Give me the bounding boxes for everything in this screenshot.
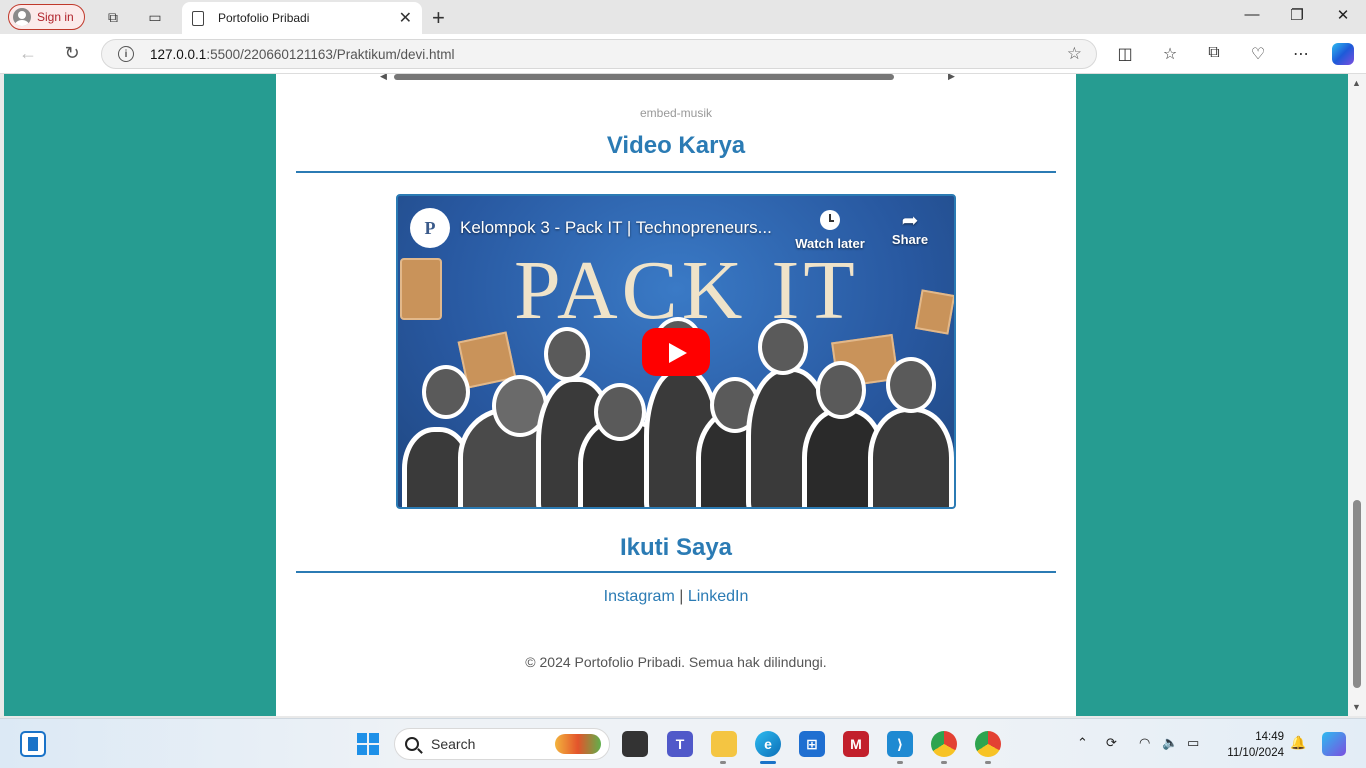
edge-browser-icon[interactable]: e	[755, 731, 781, 757]
mendeley-icon[interactable]: M	[843, 731, 869, 757]
channel-logo-icon[interactable]: P	[410, 208, 450, 248]
wifi-icon[interactable]: ◠	[1139, 735, 1150, 751]
scroll-left-arrow-icon[interactable]: ◀	[380, 74, 387, 82]
new-tab-button[interactable]: +	[432, 5, 445, 31]
tab-close-icon[interactable]: ✕	[399, 8, 412, 28]
back-arrow-icon[interactable]: ←	[17, 43, 39, 64]
running-indicator	[897, 761, 903, 764]
page-footer: © 2024 Portofolio Pribadi. Semua hak dil…	[525, 654, 827, 670]
audio-scroll-thumb[interactable]	[394, 74, 894, 80]
tab-title: Portofolio Pribadi	[218, 11, 310, 25]
web-viewport: ◀ ▶ embed-musik Video Karya PACK IT P Ke…	[4, 74, 1348, 716]
scrollbar-thumb[interactable]	[1353, 500, 1361, 688]
chrome-profile-icon[interactable]	[975, 731, 1001, 757]
running-indicator	[985, 761, 991, 764]
share-arrow-icon: ➦	[901, 210, 919, 232]
thumbnail-person-head	[422, 365, 470, 419]
url-host: 127.0.0.1	[150, 46, 207, 62]
show-hidden-icons-chevron-icon[interactable]: ⌃	[1077, 735, 1088, 751]
file-explorer-icon[interactable]	[711, 731, 737, 757]
split-screen-icon[interactable]: ◫	[1114, 44, 1136, 64]
workspaces-icon[interactable]: ⧉	[103, 7, 123, 27]
thumbnail-person-head	[594, 383, 646, 441]
close-window-button[interactable]: ✕	[1333, 6, 1353, 24]
follow-section-divider	[296, 571, 1056, 573]
taskbar: Search T e ⊞ M ⟩ ⌃ ⟳ ◠ 🔈 ▭ 14:49 11/10/2…	[0, 718, 1366, 768]
thumbnail-bag-graphic	[400, 258, 442, 320]
page-document-icon	[192, 10, 204, 26]
sync-icon[interactable]: ⟳	[1106, 735, 1117, 751]
windows-start-icon[interactable]	[355, 731, 381, 757]
scroll-right-arrow-icon[interactable]: ▶	[948, 74, 955, 82]
search-icon	[405, 737, 419, 751]
taskbar-search-placeholder: Search	[431, 736, 476, 752]
youtube-play-button[interactable]	[642, 328, 710, 376]
chrome-icon[interactable]	[931, 731, 957, 757]
more-menu-icon[interactable]: ⋯	[1290, 44, 1312, 64]
running-indicator	[720, 761, 726, 764]
share-button[interactable]: ➦ Share	[882, 210, 938, 247]
favorite-star-icon[interactable]: ☆	[1067, 44, 1082, 64]
address-bar[interactable]: i 127.0.0.1:5500/220660121163/Praktikum/…	[101, 39, 1097, 69]
tab-portofolio[interactable]: Portofolio Pribadi ✕	[182, 2, 422, 34]
watch-later-button[interactable]: Watch later	[790, 210, 870, 251]
refresh-icon[interactable]: ↻	[61, 43, 83, 64]
active-indicator	[760, 761, 776, 764]
clock-icon	[820, 210, 840, 230]
youtube-video-embed[interactable]: PACK IT P Kelompok 3 - Pack IT | Technop…	[396, 194, 956, 509]
thumbnail-person-head	[816, 361, 866, 419]
clock-time: 14:49	[1255, 731, 1284, 743]
collections-icon[interactable]: ⧉	[1203, 44, 1225, 62]
sign-in-button[interactable]: Sign in	[8, 4, 85, 30]
copilot-icon[interactable]	[1332, 43, 1354, 65]
system-clock[interactable]: 14:49 11/10/2024	[1216, 729, 1284, 761]
widgets-icon[interactable]	[20, 731, 46, 757]
instagram-link[interactable]: Instagram	[604, 588, 675, 605]
video-section-divider	[296, 171, 1056, 173]
thumbnail-person	[868, 407, 954, 507]
thumbnail-person-head	[758, 319, 808, 375]
audio-scrollbar[interactable]: ◀ ▶	[376, 74, 976, 84]
copilot-taskbar-icon[interactable]	[1322, 732, 1346, 756]
battery-icon[interactable]: ▭	[1187, 735, 1199, 751]
thumbnail-person-head	[886, 357, 936, 413]
browser-essentials-icon[interactable]: ♡	[1247, 44, 1269, 64]
navigation-bar: ← ↻ i 127.0.0.1:5500/220660121163/Prakti…	[0, 34, 1366, 74]
linkedin-link[interactable]: LinkedIn	[688, 588, 749, 605]
embed-music-label: embed-musik	[639, 106, 713, 120]
clock-date: 11/10/2024	[1227, 747, 1284, 759]
search-highlight-icon	[555, 734, 601, 754]
scroll-down-arrow-icon[interactable]: ▼	[1352, 702, 1361, 712]
url-path: :5500/220660121163/Praktikum/devi.html	[206, 46, 455, 62]
thumbnail-person-head	[544, 327, 590, 381]
scroll-up-arrow-icon[interactable]: ▲	[1352, 78, 1361, 88]
running-indicator	[941, 761, 947, 764]
follow-section-title: Ikuti Saya	[619, 534, 733, 561]
sign-in-label: Sign in	[37, 10, 74, 24]
video-title-link[interactable]: Kelompok 3 - Pack IT | Technopreneurs...	[460, 218, 772, 238]
notifications-bell-icon[interactable]: 🔔	[1290, 735, 1306, 751]
volume-icon[interactable]: 🔈	[1162, 735, 1178, 751]
task-view-icon[interactable]	[622, 731, 648, 757]
restore-button[interactable]: ❐	[1287, 6, 1307, 24]
page-content: ◀ ▶ embed-musik Video Karya PACK IT P Ke…	[276, 74, 1076, 716]
watch-later-label: Watch later	[795, 236, 865, 251]
share-label: Share	[891, 232, 929, 247]
taskbar-search-box[interactable]: Search	[394, 728, 610, 760]
microsoft-store-icon[interactable]: ⊞	[799, 731, 825, 757]
favorites-icon[interactable]: ☆	[1159, 44, 1181, 64]
tab-actions-icon[interactable]: ▭	[145, 7, 165, 27]
site-info-icon[interactable]: i	[118, 46, 134, 62]
minimize-button[interactable]: —	[1242, 6, 1262, 23]
vscode-icon[interactable]: ⟩	[887, 731, 913, 757]
profile-avatar-icon	[13, 8, 31, 26]
social-links: Instagram | LinkedIn	[276, 588, 1076, 606]
title-bar: Sign in ⧉ ▭ Portofolio Pribadi ✕ + — ❐ ✕	[0, 0, 1366, 34]
teams-icon[interactable]: T	[667, 731, 693, 757]
page-scrollbar[interactable]: ▲ ▼	[1348, 74, 1366, 716]
links-separator: |	[679, 588, 684, 605]
video-section-title: Video Karya	[606, 132, 746, 159]
